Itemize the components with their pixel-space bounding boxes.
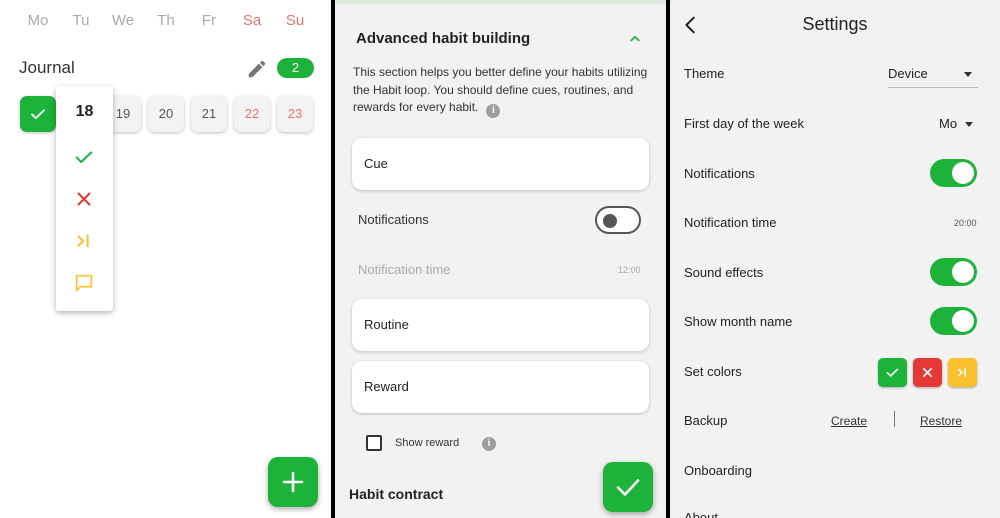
close-icon (922, 367, 933, 378)
day-cell-23[interactable]: 23 (277, 96, 313, 132)
first-day-select[interactable]: Mo (939, 116, 979, 136)
popup-day-number: 18 (75, 103, 94, 120)
show-reward-checkbox[interactable] (366, 435, 382, 451)
backup-create-link[interactable]: Create (831, 414, 867, 428)
check-icon (616, 479, 640, 496)
weekday-su: Su (285, 12, 305, 29)
habit-title[interactable]: Journal (19, 58, 75, 78)
dropdown-caret-icon (965, 122, 973, 127)
calendar-panel: Mo Tu We Th Fr Sa Su Journal 2 19 20 21 … (0, 0, 331, 518)
notifications-toggle[interactable] (595, 206, 641, 234)
toggle-knob (603, 214, 617, 228)
first-day-value: Mo (939, 116, 958, 131)
notifications-label: Notifications (684, 166, 755, 181)
info-icon[interactable]: i (482, 437, 496, 451)
info-icon[interactable]: i (486, 104, 501, 118)
routine-label: Routine (364, 317, 409, 332)
theme-value: Device (888, 66, 928, 81)
first-day-label: First day of the week (684, 116, 804, 131)
weekday-th: Th (157, 12, 175, 29)
day-cell-22[interactable]: 22 (234, 96, 270, 132)
sound-effects-toggle[interactable] (930, 258, 977, 286)
divider (894, 411, 895, 427)
notifications-toggle[interactable] (930, 159, 977, 187)
notifications-label: Notifications (358, 212, 429, 227)
check-icon (886, 368, 899, 377)
reward-field[interactable]: Reward (352, 361, 649, 413)
cue-field[interactable]: Cue (352, 138, 649, 190)
done-color-swatch[interactable] (878, 358, 907, 387)
cue-label: Cue (364, 156, 388, 171)
streak-count-badge: 2 (277, 58, 314, 78)
routine-field[interactable]: Routine (352, 299, 649, 351)
check-icon[interactable] (73, 146, 95, 168)
save-button[interactable] (603, 462, 653, 512)
toggle-knob (952, 261, 974, 283)
skip-icon[interactable] (73, 230, 95, 252)
fail-color-swatch[interactable] (913, 358, 942, 387)
sound-effects-label: Sound effects (684, 265, 764, 280)
chevron-up-icon[interactable] (626, 30, 644, 48)
skip-icon (957, 367, 966, 378)
close-icon[interactable] (73, 188, 95, 210)
backup-label: Backup (684, 413, 728, 428)
weekday-mo: Mo (27, 12, 49, 29)
advanced-section-title[interactable]: Advanced habit building (356, 30, 530, 47)
section-description-text: This section helps you better define you… (353, 65, 648, 114)
day-done-cell[interactable] (20, 96, 56, 132)
weekday-sa: Sa (242, 12, 262, 29)
notification-time-value[interactable]: 12:00 (618, 265, 641, 275)
habit-contract-title[interactable]: Habit contract (349, 486, 443, 502)
show-month-name-toggle[interactable] (930, 307, 977, 335)
day-action-popup: 18 (56, 86, 113, 311)
plus-icon (282, 471, 304, 493)
habit-edit-panel: Advanced habit building This section hel… (335, 0, 666, 518)
toggle-knob (952, 310, 974, 332)
skip-color-swatch[interactable] (948, 358, 977, 387)
page-title: Settings (802, 14, 868, 34)
notification-time-label: Notification time (358, 262, 451, 277)
onboarding-item[interactable]: Onboarding (684, 463, 752, 478)
top-strip (335, 0, 666, 4)
weekday-fr: Fr (201, 12, 217, 29)
theme-select[interactable]: Device (888, 66, 978, 88)
backup-restore-link[interactable]: Restore (920, 414, 962, 428)
weekday-we: We (111, 12, 135, 29)
comment-icon[interactable] (73, 272, 95, 294)
set-colors-label: Set colors (684, 364, 742, 379)
notification-time-label: Notification time (684, 215, 777, 230)
edit-pencil-icon[interactable] (246, 58, 268, 80)
settings-panel: Settings Theme Device First day of the w… (670, 0, 1000, 518)
notification-time-value[interactable]: 20:00 (954, 218, 977, 228)
dropdown-caret-icon (964, 72, 972, 77)
reward-label: Reward (364, 379, 409, 394)
section-description: This section helps you better define you… (353, 64, 648, 118)
show-reward-label: Show reward (395, 437, 460, 449)
show-month-name-label: Show month name (684, 314, 793, 329)
day-cell-21[interactable]: 21 (191, 96, 227, 132)
theme-label: Theme (684, 66, 725, 81)
back-arrow-icon[interactable] (680, 14, 702, 36)
toggle-knob (952, 162, 974, 184)
weekday-tu: Tu (72, 12, 90, 29)
add-habit-button[interactable] (268, 457, 318, 507)
check-icon (31, 109, 45, 120)
day-cell-20[interactable]: 20 (148, 96, 184, 132)
about-item[interactable]: About (684, 510, 718, 518)
